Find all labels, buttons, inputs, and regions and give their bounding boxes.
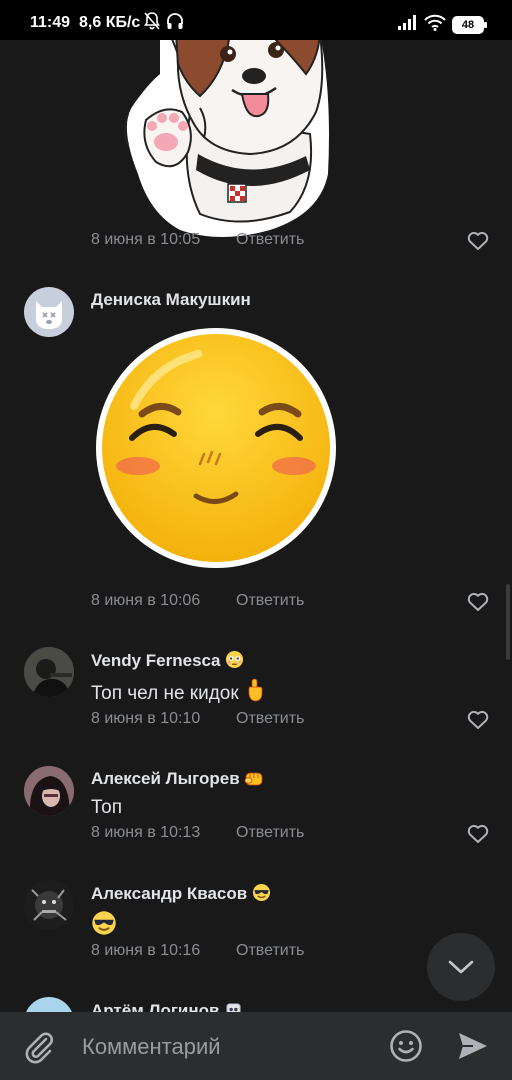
comment-text: Топ — [91, 797, 122, 818]
comment-date: 8 июня в 10:05 — [91, 231, 201, 248]
avatar[interactable] — [24, 880, 74, 930]
comment-author[interactable]: Александр Квасов — [91, 883, 271, 904]
bell-off-icon — [144, 12, 160, 35]
chevron-down-icon — [448, 960, 474, 974]
paperclip-icon[interactable] — [22, 1030, 56, 1069]
avatar[interactable] — [24, 647, 74, 697]
comment-date: 8 июня в 10:06 — [91, 592, 201, 609]
comments-feed[interactable]: 8 июня в 10:05 Ответить Дениска Макушкин — [0, 40, 512, 1012]
robot-emoji — [226, 1003, 241, 1012]
comment-author[interactable]: Алексей Лыгорев — [91, 769, 264, 789]
cellular-signal-icon — [398, 15, 418, 35]
headphones-icon — [166, 12, 184, 35]
smiling-face-sticker — [96, 328, 336, 568]
scrollbar[interactable] — [506, 584, 510, 660]
like-heart-icon[interactable] — [467, 710, 489, 730]
status-time: 11:49 — [30, 14, 71, 31]
like-heart-icon[interactable] — [467, 231, 489, 251]
battery-icon: 48 — [452, 16, 487, 34]
emoji-smile-icon[interactable] — [389, 1029, 423, 1068]
reply-button[interactable]: Ответить — [236, 231, 304, 249]
comment-date: 8 июня в 10:13 — [91, 824, 201, 841]
comment-author[interactable]: Артём Логинов — [91, 1000, 243, 1012]
scroll-down-button[interactable] — [427, 933, 495, 1001]
avatar[interactable] — [24, 287, 74, 337]
dog-sticker — [124, 40, 329, 237]
fist-emoji — [244, 772, 263, 786]
reply-button[interactable]: Ответить — [236, 710, 304, 728]
reply-button[interactable]: Ответить — [236, 824, 304, 842]
wifi-icon — [424, 14, 446, 36]
send-icon[interactable] — [457, 1031, 489, 1066]
comment-date: 8 июня в 10:16 — [91, 942, 201, 959]
comment-date: 8 июня в 10:10 — [91, 710, 201, 727]
reply-button[interactable]: Ответить — [236, 942, 304, 960]
pointing-up-emoji — [248, 678, 263, 702]
comment-input[interactable] — [80, 1029, 374, 1065]
status-bar: 11:49 8,6 КБ/с 48 — [0, 0, 512, 40]
avatar[interactable] — [24, 997, 74, 1012]
flushed-face-emoji — [226, 650, 244, 669]
like-heart-icon[interactable] — [467, 592, 489, 612]
network-speed: 8,6 КБ/с — [79, 14, 141, 31]
comment-composer — [0, 1012, 512, 1080]
default-dog-avatar-icon — [36, 301, 62, 329]
like-heart-icon[interactable] — [467, 824, 489, 844]
sunglasses-emoji — [252, 883, 271, 902]
reply-button[interactable]: Ответить — [236, 592, 304, 610]
comment-author[interactable]: Дениска Макушкин — [91, 290, 251, 310]
avatar[interactable] — [24, 766, 74, 816]
sunglasses-emoji — [92, 911, 116, 935]
comment-author[interactable]: Vendy Fernesca — [91, 650, 244, 671]
comment-text: Топ чел не кидок — [91, 678, 266, 705]
comment-text — [91, 910, 117, 939]
